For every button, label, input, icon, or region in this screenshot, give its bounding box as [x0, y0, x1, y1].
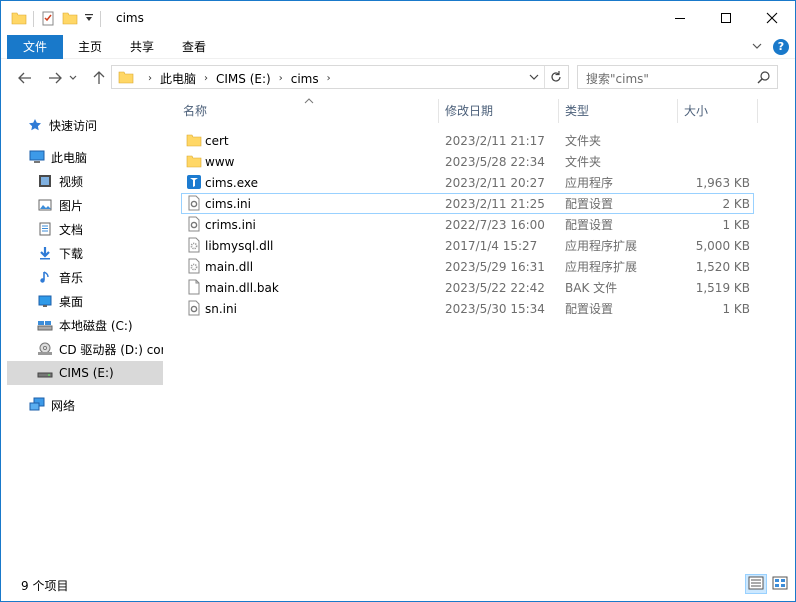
ini-icon: [186, 216, 202, 232]
table-row[interactable]: cims.ini 2023/2/11 21:25 配置设置 2 KB: [181, 193, 754, 214]
table-row[interactable]: main.dll.bak 2023/5/22 22:42 BAK 文件 1,51…: [181, 277, 754, 298]
sort-ascending-icon: [304, 93, 314, 107]
star-icon: [27, 117, 43, 133]
address-bar[interactable]: › 此电脑 › CIMS (E:) › cims ›: [111, 65, 569, 89]
local-disk-icon: [37, 317, 53, 333]
details-view-button[interactable]: [745, 574, 767, 594]
table-row[interactable]: sn.ini 2023/5/30 15:34 配置设置 1 KB: [181, 298, 754, 319]
column-divider[interactable]: [677, 99, 678, 123]
network-icon: [29, 397, 45, 413]
tab-home[interactable]: 主页: [67, 35, 113, 59]
cd-drive-icon: [37, 341, 53, 357]
window-title: cims: [116, 11, 144, 25]
column-divider[interactable]: [438, 99, 439, 123]
nav-item-network[interactable]: 网络: [29, 393, 185, 417]
forward-button[interactable]: [45, 69, 65, 87]
up-button[interactable]: [89, 69, 109, 87]
documents-icon: [37, 221, 53, 237]
column-header-date[interactable]: 修改日期: [445, 99, 493, 123]
table-row[interactable]: www 2023/5/28 22:34 文件夹: [181, 151, 754, 172]
exe-icon: [186, 174, 202, 190]
tab-file[interactable]: 文件: [7, 35, 63, 59]
breadcrumb-folder[interactable]: cims: [291, 72, 319, 86]
status-bar: 9 个项目: [1, 569, 795, 601]
folder-icon: [11, 10, 27, 29]
customize-toolbar-icon[interactable]: [84, 13, 94, 26]
drive-icon: [37, 365, 53, 381]
ini-icon: [186, 300, 202, 316]
address-dropdown-icon[interactable]: [528, 71, 540, 86]
table-row[interactable]: crims.ini 2022/7/23 16:00 配置设置 1 KB: [181, 214, 754, 235]
nav-item-quick-access[interactable]: 快速访问: [27, 113, 183, 137]
tab-share[interactable]: 共享: [119, 35, 165, 59]
chevron-right-icon[interactable]: ›: [204, 73, 208, 84]
large-icons-view-button[interactable]: [769, 574, 791, 594]
new-folder-icon[interactable]: [62, 10, 78, 29]
computer-icon: [29, 149, 45, 165]
dll-icon: [186, 258, 202, 274]
column-header-type[interactable]: 类型: [565, 99, 589, 123]
maximize-button[interactable]: [703, 1, 749, 35]
recent-locations-button[interactable]: [67, 69, 79, 87]
large-icons-view-icon: [772, 576, 788, 593]
back-button[interactable]: [15, 69, 35, 87]
table-row[interactable]: cims.exe 2023/2/11 20:27 应用程序 1,963 KB: [181, 172, 754, 193]
column-divider[interactable]: [558, 99, 559, 123]
refresh-icon[interactable]: [549, 70, 563, 87]
ini-icon: [186, 195, 202, 211]
dll-icon: [186, 237, 202, 253]
column-header-name[interactable]: 名称: [183, 99, 207, 123]
nav-item-cd-drive-d[interactable]: CD 驱动器 (D:) cor: [37, 337, 163, 361]
quick-access-toolbar: [11, 10, 107, 28]
properties-icon[interactable]: [40, 10, 56, 29]
explorer-window: cims 文件 主页 共享 查看 ? › 此电脑 › CIMS (E:) › c…: [0, 0, 796, 602]
details-view-icon: [748, 576, 764, 593]
table-row[interactable]: libmysql.dll 2017/1/4 15:27 应用程序扩展 5,000…: [181, 235, 754, 256]
nav-item-cims-e[interactable]: CIMS (E:): [7, 361, 163, 385]
table-row[interactable]: main.dll 2023/5/29 16:31 应用程序扩展 1,520 KB: [181, 256, 754, 277]
navigation-pane: 快速访问 此电脑 视频 图片 文档 下载 音乐 桌面 本地磁盘 (C:) CD …: [1, 97, 163, 569]
navigation-bar: › 此电脑 › CIMS (E:) › cims › 搜索"cims": [1, 59, 795, 97]
chevron-right-icon[interactable]: ›: [327, 73, 331, 84]
music-icon: [37, 269, 53, 285]
item-count: 9 个项目: [21, 579, 69, 593]
folder-icon: [186, 153, 202, 169]
column-header-size[interactable]: 大小: [684, 99, 708, 123]
search-input[interactable]: 搜索"cims": [577, 65, 778, 89]
folder-icon: [186, 132, 202, 148]
desktop-icon: [37, 293, 53, 309]
table-row[interactable]: cert 2023/2/11 21:17 文件夹: [181, 130, 754, 151]
title-bar: cims: [1, 1, 795, 35]
ribbon-tabs: 文件 主页 共享 查看 ?: [1, 35, 795, 59]
breadcrumb-this-pc[interactable]: 此电脑: [160, 70, 196, 87]
expand-ribbon-icon[interactable]: [751, 40, 763, 55]
search-placeholder: 搜索"cims": [586, 72, 649, 86]
nav-item-this-pc[interactable]: 此电脑: [29, 145, 185, 169]
file-icon: [186, 279, 202, 295]
breadcrumb-drive[interactable]: CIMS (E:): [216, 72, 271, 86]
column-divider[interactable]: [757, 99, 758, 123]
folder-icon: [118, 69, 134, 88]
chevron-right-icon[interactable]: ›: [279, 73, 283, 84]
download-icon: [37, 245, 53, 261]
pictures-icon: [37, 197, 53, 213]
minimize-button[interactable]: [657, 1, 703, 35]
video-icon: [37, 173, 53, 189]
close-button[interactable]: [749, 1, 795, 35]
search-icon[interactable]: [757, 70, 771, 87]
file-list: 名称 修改日期 类型 大小 cert 2023/2/11 21:17 文件夹 w…: [166, 97, 795, 569]
breadcrumb: › 此电脑 › CIMS (E:) › cims ›: [140, 70, 339, 87]
help-icon[interactable]: ?: [773, 39, 789, 55]
tab-view[interactable]: 查看: [171, 35, 217, 59]
chevron-right-icon[interactable]: ›: [148, 73, 152, 84]
